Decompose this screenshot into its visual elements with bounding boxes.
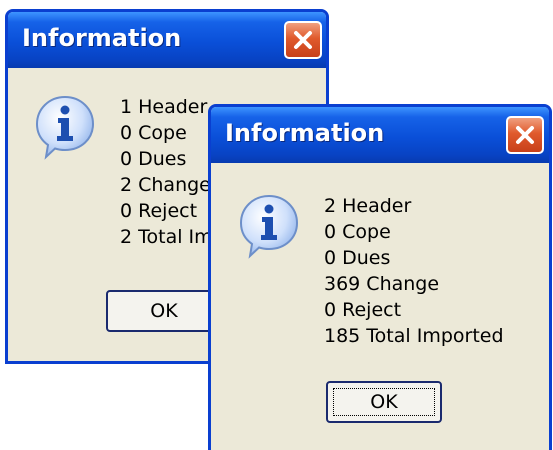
dialog-title: Information — [225, 119, 385, 147]
close-icon — [294, 31, 312, 49]
information-dialog-front: Information 2 Header 0 Cope 0 Dues 369 C… — [208, 104, 552, 450]
message-line: 0 Cope — [324, 221, 391, 243]
dialog-body: 2 Header 0 Cope 0 Dues 369 Change 0 Reje… — [211, 163, 549, 450]
close-button[interactable] — [284, 21, 322, 59]
information-icon — [35, 95, 95, 160]
message-line: 369 Change — [324, 273, 440, 295]
ok-button-label: OK — [150, 300, 178, 322]
close-button[interactable] — [506, 116, 544, 154]
message-line: 2 Header — [324, 195, 412, 217]
focus-rectangle — [333, 388, 435, 416]
title-bar[interactable]: Information — [211, 107, 549, 163]
message-line: 0 Reject — [324, 299, 402, 321]
dialog-title: Information — [22, 24, 182, 52]
ok-button[interactable]: OK — [106, 290, 222, 332]
message-line: 0 Dues — [324, 247, 391, 269]
message-text: 2 Header 0 Cope 0 Dues 369 Change 0 Reje… — [324, 193, 504, 349]
title-bar[interactable]: Information — [8, 12, 326, 68]
ok-button[interactable]: OK — [326, 381, 442, 423]
message-line: 185 Total Imported — [324, 325, 504, 347]
information-icon — [239, 194, 299, 259]
close-icon — [516, 126, 534, 144]
